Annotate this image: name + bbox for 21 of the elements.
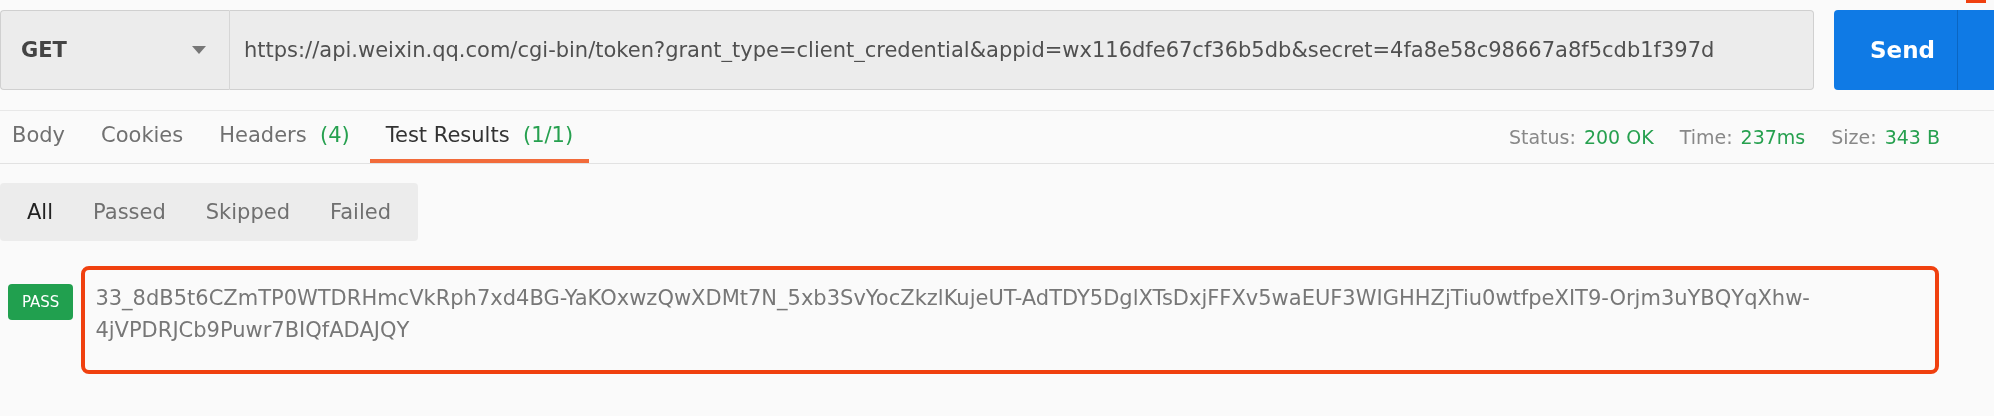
status-value: 200 OK: [1583, 126, 1654, 148]
response-tab[interactable]: Headers (4): [203, 111, 366, 163]
status-label: Size:: [1831, 126, 1877, 148]
method-dropdown[interactable]: GET: [0, 10, 230, 90]
url-field[interactable]: https://api.weixin.qq.com/cgi-bin/token?grant_type=client_credential&appid=wx116dfe67cf36b5db&secret=4fa8e58c98667a8f5cdb1f397d: [230, 10, 1814, 90]
status-label: Status:: [1508, 126, 1576, 148]
filter-tab[interactable]: Passed: [76, 183, 183, 241]
status-value: 237ms: [1740, 126, 1806, 148]
status-label: Time:: [1679, 126, 1733, 148]
caret-icon: [191, 45, 207, 55]
status-value: 343 B: [1884, 126, 1940, 148]
send-button[interactable]: Send: [1834, 10, 1994, 90]
filter-tab[interactable]: Skipped: [188, 183, 308, 241]
annotation-mark: [1966, 0, 1986, 3]
response-tab[interactable]: Body: [0, 111, 81, 163]
filter-tab[interactable]: Failed: [313, 183, 408, 241]
status-badge: PASS: [8, 284, 74, 320]
filter-tab[interactable]: All: [10, 183, 71, 241]
response-tab[interactable]: Cookies: [85, 111, 200, 163]
result-text: 33_8dB5t6CZmTP0WTDRHmcVkRph7xd4BG-YaKOxwzQwXDMt7N_5xb3SvYocZkzlKujeUT-AdTDY5DglXTsDxjFFXv5waEUF3WIGHHZjTiu0wtfpeXIT9-Orjm3uYBQYqXhw-4jVPDRJCb9Puwr7BIQfADAJQY: [81, 266, 1940, 374]
response-tab[interactable]: Test Results (1/1): [369, 111, 590, 163]
